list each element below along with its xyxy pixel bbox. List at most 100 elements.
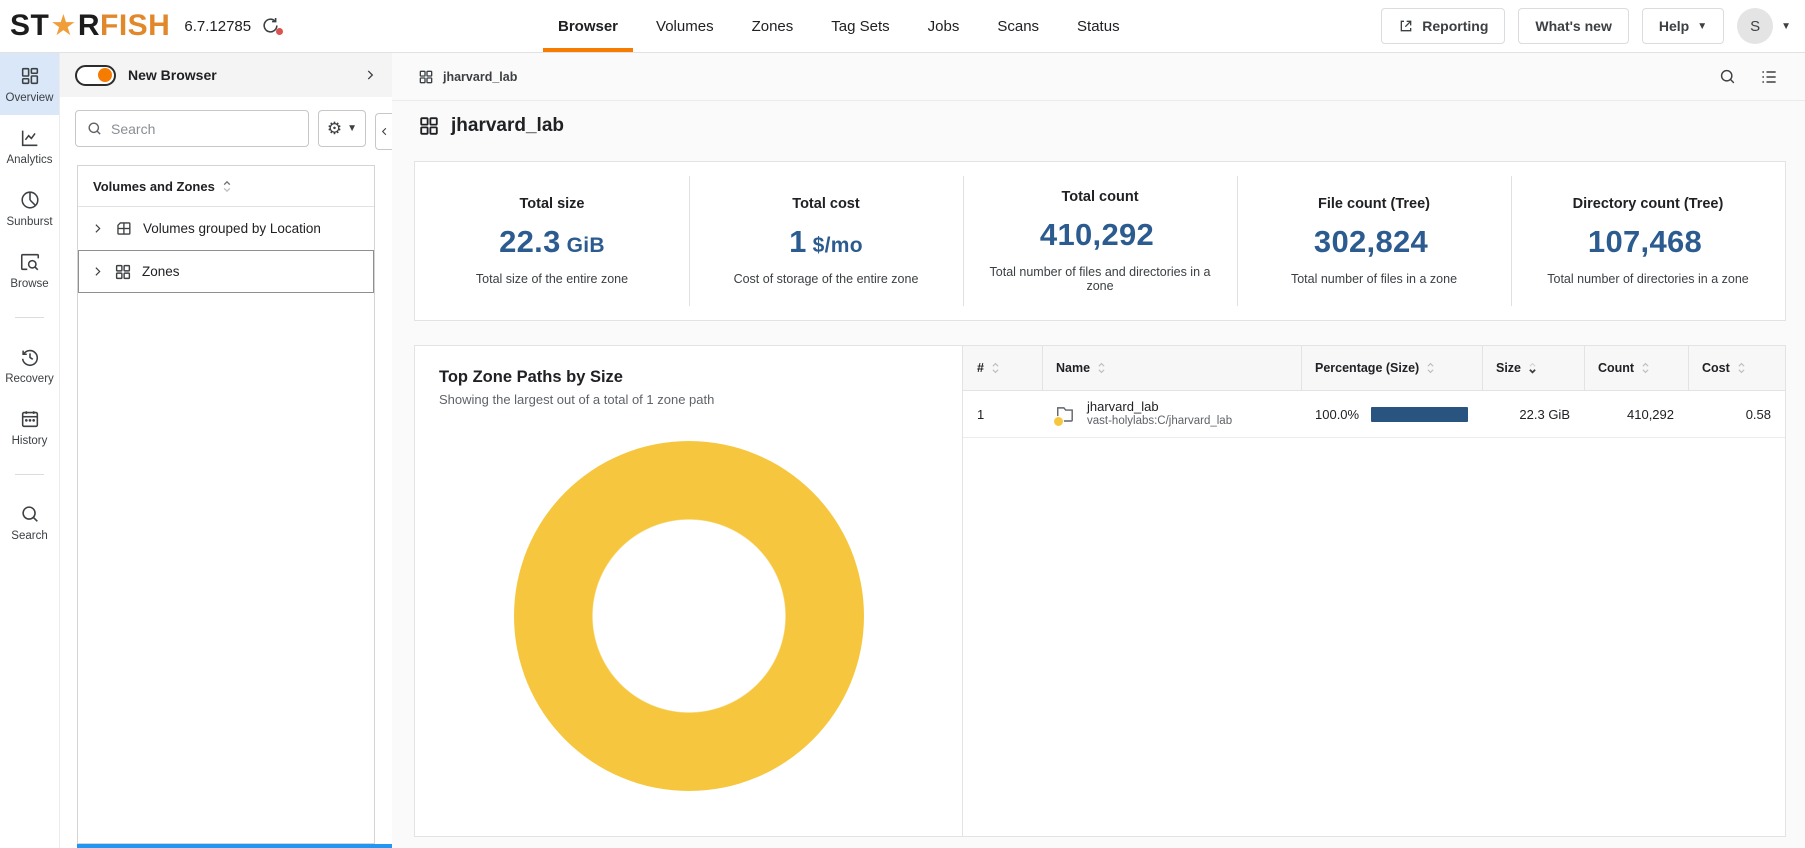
reporting-label: Reporting: [1422, 18, 1488, 34]
nav-tab-browser[interactable]: Browser: [558, 0, 618, 52]
breadcrumb-item[interactable]: jharvard_lab: [443, 70, 517, 84]
column-header-cost[interactable]: Cost: [1688, 346, 1785, 390]
stat-directory-count-tree: Directory count (Tree) 107,468 Total num…: [1511, 162, 1785, 320]
external-link-icon: [1398, 18, 1414, 34]
sort-icon: [222, 179, 232, 194]
chevron-down-icon: ▼: [347, 123, 357, 134]
sort-icon: [1097, 361, 1106, 375]
display-settings-icon[interactable]: [1759, 67, 1779, 87]
chart-subtitle: Showing the largest out of a total of 1 …: [439, 392, 962, 407]
rail-item-search[interactable]: Search: [0, 491, 59, 553]
row-name-cell[interactable]: jharvard_lab vast-holylabs:C/jharvard_la…: [1042, 391, 1301, 437]
nav-tab-jobs[interactable]: Jobs: [928, 0, 960, 52]
chevron-down-icon: ▼: [1697, 21, 1707, 32]
stat-total-count: Total count 410,292 Total number of file…: [963, 162, 1237, 320]
row-number: 1: [963, 391, 1042, 437]
column-header-number[interactable]: #: [963, 346, 1042, 390]
whats-new-label: What's new: [1535, 18, 1611, 34]
zone-path: vast-holylabs:C/jharvard_lab: [1087, 415, 1232, 429]
table-row[interactable]: 1 jharvard_lab vast-holylabs:C/jharvard_…: [963, 391, 1785, 438]
new-browser-toggle[interactable]: [75, 65, 116, 86]
tree-item-zones[interactable]: Zones: [78, 250, 374, 293]
reporting-button[interactable]: Reporting: [1381, 8, 1505, 44]
rail-item-overview[interactable]: Overview: [0, 53, 59, 115]
rail-item-history[interactable]: History: [0, 396, 59, 458]
search-icon: [19, 503, 41, 525]
new-browser-label: New Browser: [128, 67, 217, 83]
nav-tab-zones[interactable]: Zones: [752, 0, 794, 52]
sort-icon: [1737, 361, 1746, 375]
rail-item-browse[interactable]: Browse: [0, 239, 59, 301]
zone-name: jharvard_lab: [1087, 399, 1232, 415]
recovery-icon: [19, 346, 41, 368]
panel-collapse-button[interactable]: [375, 113, 392, 150]
tree-item-label: Volumes grouped by Location: [143, 221, 321, 236]
logo-text-mid: R: [78, 11, 100, 41]
tree-item-label: Zones: [142, 264, 180, 279]
tree-header[interactable]: Volumes and Zones: [78, 166, 374, 207]
rail-item-recovery[interactable]: Recovery: [0, 334, 59, 396]
gear-icon: ⚙: [327, 120, 342, 137]
volumes-zones-tree: Volumes and Zones Volumes grouped by Loc…: [77, 165, 375, 844]
nav-tab-status[interactable]: Status: [1077, 0, 1120, 52]
zone-paths-panel: Top Zone Paths by Size Showing the large…: [414, 345, 1786, 837]
content-search-icon[interactable]: [1718, 67, 1737, 86]
zone-donut-chart[interactable]: [514, 441, 864, 791]
user-menu[interactable]: S ▼: [1737, 8, 1791, 44]
main-content: jharvard_lab jharvard_lab Total size 22.…: [392, 53, 1805, 848]
search-box[interactable]: [75, 110, 309, 147]
tree-header-label: Volumes and Zones: [93, 179, 215, 194]
avatar: S: [1737, 8, 1773, 44]
row-cost: 0.58: [1688, 391, 1785, 437]
help-button[interactable]: Help ▼: [1642, 8, 1724, 44]
zone-grid-icon: [418, 69, 434, 85]
stat-file-count-tree: File count (Tree) 302,824 Total number o…: [1237, 162, 1511, 320]
chevron-right-icon: [91, 222, 104, 235]
horizontal-scrollbar[interactable]: [77, 844, 392, 848]
zones-grid-icon: [114, 263, 132, 281]
rail-item-analytics[interactable]: Analytics: [0, 115, 59, 177]
percentage-value: 100.0%: [1315, 407, 1359, 422]
zone-chart-area: Top Zone Paths by Size Showing the large…: [415, 346, 962, 836]
nav-tab-tag-sets[interactable]: Tag Sets: [831, 0, 889, 52]
toggle-knob: [98, 68, 112, 82]
chevron-down-icon: ▼: [1781, 21, 1791, 32]
app-header: ST★RFISH 6.7.12785 Browser Volumes Zones…: [0, 0, 1805, 53]
chevron-right-icon: [91, 265, 104, 278]
content-actions: [1718, 67, 1779, 87]
overview-icon: [19, 65, 41, 87]
nav-tab-volumes[interactable]: Volumes: [656, 0, 714, 52]
settings-dropdown-button[interactable]: ⚙ ▼: [318, 110, 366, 147]
column-header-size[interactable]: Size: [1482, 346, 1584, 390]
starfish-icon: ★: [50, 12, 77, 41]
column-header-percentage-size[interactable]: Percentage (Size): [1301, 346, 1482, 390]
rail-divider: [15, 317, 44, 318]
breadcrumb: jharvard_lab: [392, 53, 1805, 101]
zone-paths-table: # Name Percentage (Size) Size: [962, 346, 1785, 836]
sort-icon: [1426, 361, 1435, 375]
volumes-group-icon: [114, 219, 133, 238]
stat-total-cost: Total cost 1$/mo Cost of storage of the …: [689, 162, 963, 320]
logo-text: ST: [10, 11, 49, 41]
version-label: 6.7.12785: [184, 18, 251, 35]
panel-search-row: ⚙ ▼: [60, 97, 392, 157]
browser-panel: New Browser ⚙ ▼ Volumes and Zones: [60, 53, 392, 848]
sort-desc-icon: [1528, 361, 1537, 375]
header-actions: Reporting What's new Help ▼ S ▼: [1381, 8, 1805, 44]
search-input[interactable]: [111, 121, 298, 137]
table-header-row: # Name Percentage (Size) Size: [963, 346, 1785, 391]
main-nav: Browser Volumes Zones Tag Sets Jobs Scan…: [558, 0, 1120, 52]
refresh-icon[interactable]: [261, 16, 281, 36]
history-icon: [19, 408, 41, 430]
panel-expand-chevron[interactable]: [363, 68, 377, 82]
rail-divider: [15, 474, 44, 475]
column-header-count[interactable]: Count: [1584, 346, 1688, 390]
column-header-name[interactable]: Name: [1042, 346, 1301, 390]
nav-tab-scans[interactable]: Scans: [997, 0, 1039, 52]
whats-new-button[interactable]: What's new: [1518, 8, 1628, 44]
stat-total-size: Total size 22.3GiB Total size of the ent…: [415, 162, 689, 320]
rail-item-sunburst[interactable]: Sunburst: [0, 177, 59, 239]
sort-icon: [1641, 361, 1650, 375]
browse-icon: [19, 251, 41, 273]
tree-item-volumes-grouped-by-location[interactable]: Volumes grouped by Location: [78, 207, 374, 250]
